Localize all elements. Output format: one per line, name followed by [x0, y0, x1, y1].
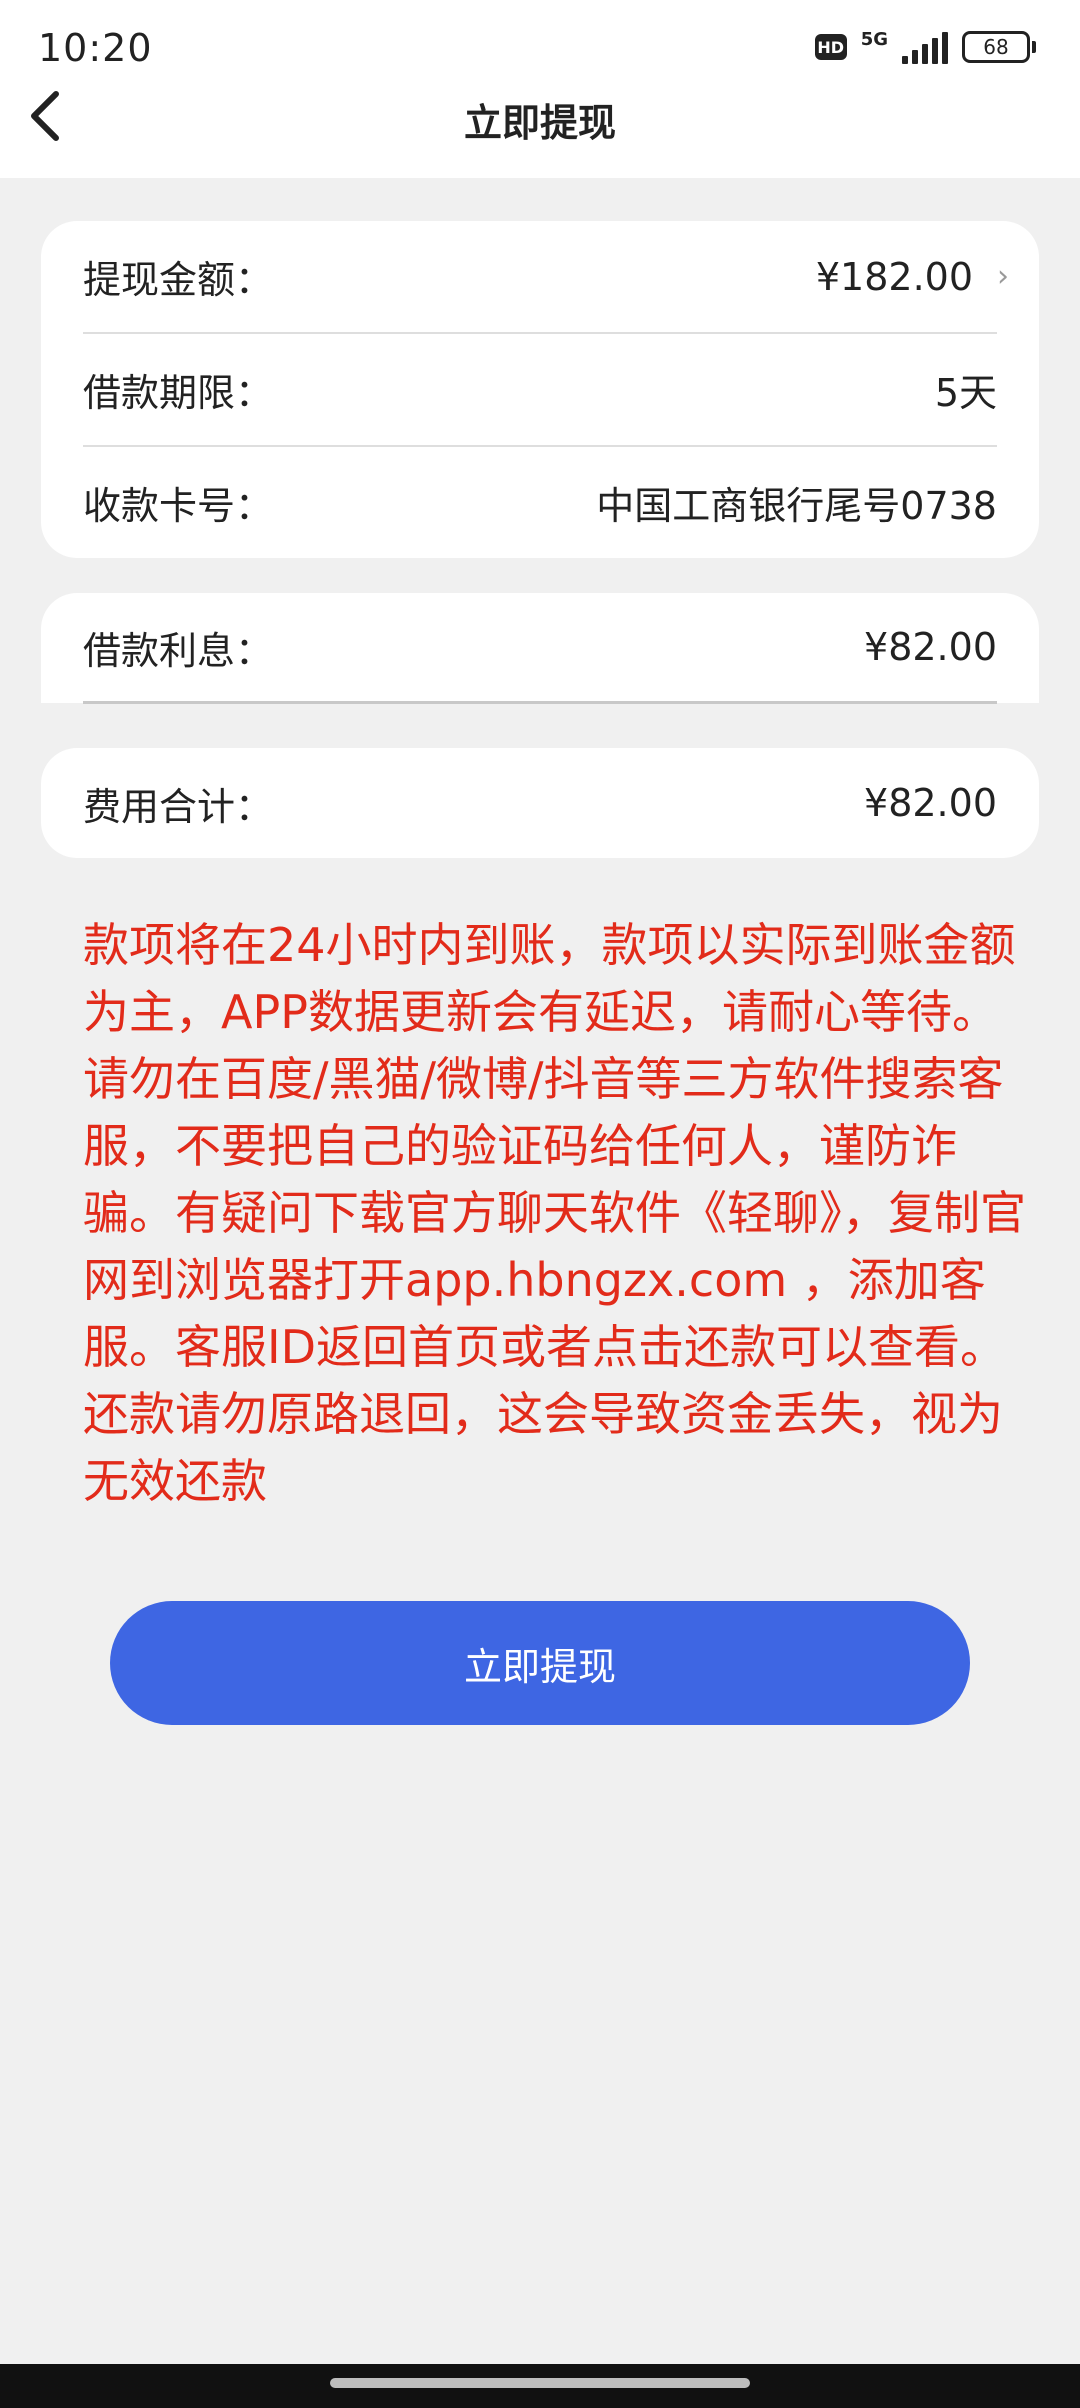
divider [83, 701, 997, 704]
battery-icon: 68 [962, 31, 1036, 63]
account-row: 收款卡号： 中国工商银行尾号0738 [41, 447, 1039, 558]
interest-row: 借款利息： ¥82.00 [41, 593, 1039, 701]
top-bar: 10:20 HD 5G 68 立即提现 [0, 0, 1080, 178]
hd-icon: HD [814, 34, 847, 60]
signal-icon [902, 30, 948, 64]
amount-row[interactable]: 提现金额： ¥182.00 › [41, 221, 1039, 332]
account-label: 收款卡号： [83, 484, 274, 528]
page-title: 立即提现 [463, 101, 616, 145]
interest-label: 借款利息： [83, 628, 274, 673]
interest-card: 借款利息： ¥82.00 [41, 593, 1039, 704]
total-row: 费用合计： ¥82.00 [41, 748, 1039, 858]
notice-text: 款项将在24小时内到账，款项以实际到账金额为主，APP数据更新会有延迟，请耐心等… [83, 918, 1026, 1508]
amount-label: 提现金额： [83, 258, 274, 302]
withdraw-now-button[interactable]: 立即提现 [110, 1601, 970, 1725]
home-indicator[interactable] [330, 2378, 750, 2388]
status-icons: HD 5G 68 [814, 29, 1036, 64]
network-label: 5G [860, 29, 888, 50]
term-value: 5天 [934, 371, 997, 415]
term-row: 借款期限： 5天 [41, 334, 1039, 445]
system-nav-bar [0, 2364, 1080, 2408]
interest-value: ¥82.00 [864, 625, 997, 669]
chevron-right-icon: › [997, 259, 1009, 294]
amount-value: ¥182.00 [815, 254, 973, 299]
battery-level: 68 [983, 35, 1009, 59]
total-value: ¥82.00 [864, 781, 997, 825]
total-card: 费用合计： ¥82.00 [41, 748, 1039, 858]
status-time: 10:20 [38, 26, 153, 70]
term-label: 借款期限： [83, 371, 274, 415]
withdraw-info-card: 提现金额： ¥182.00 › 借款期限： 5天 收款卡号： 中国工商银行尾号0… [41, 221, 1039, 558]
total-label: 费用合计： [83, 784, 274, 829]
account-value: 中国工商银行尾号0738 [596, 484, 997, 528]
